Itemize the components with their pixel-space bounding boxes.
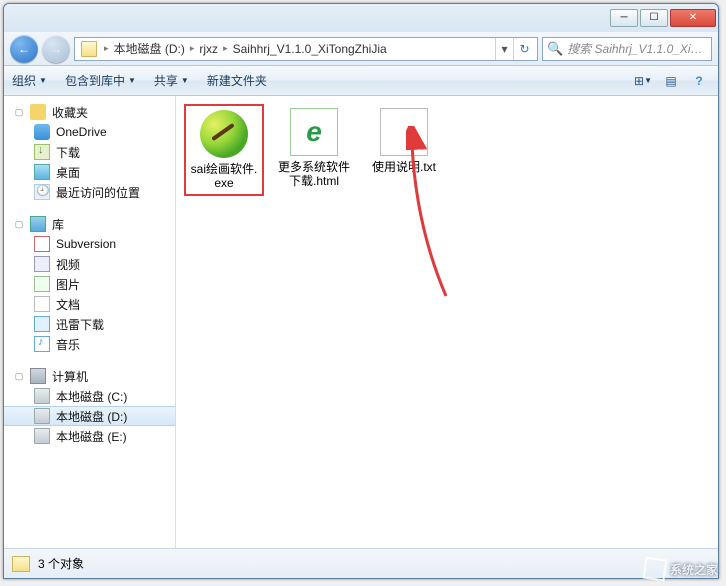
file-label: 使用说明.txt (372, 160, 436, 174)
tree-onedrive[interactable]: OneDrive (4, 122, 175, 142)
onedrive-icon (34, 124, 50, 140)
tree-video[interactable]: 视频 (4, 254, 175, 274)
video-icon (34, 256, 50, 272)
chevron-right-icon[interactable]: ▸ (220, 43, 231, 54)
arrow-right-icon: → (50, 42, 62, 56)
preview-pane-button[interactable]: ▤ (660, 72, 682, 90)
document-icon (34, 296, 50, 312)
breadcrumb-segment[interactable]: 本地磁盘 (D:) (112, 40, 187, 57)
breadcrumb-segment[interactable]: Saihhrj_V1.1.0_XiTongZhiJia (231, 42, 389, 56)
xunlei-icon (34, 316, 50, 332)
tree-favorites[interactable]: ▢收藏夹 (4, 102, 175, 122)
subversion-icon (34, 236, 50, 252)
tree-drive-c[interactable]: 本地磁盘 (C:) (4, 386, 175, 406)
toolbar: 组织 ▼ 包含到库中 ▼ 共享 ▼ 新建文件夹 ⊞▼ ▤ ? (4, 66, 718, 96)
app-icon (200, 110, 248, 158)
include-in-library-menu[interactable]: 包含到库中 ▼ (65, 72, 136, 89)
chevron-down-icon: ▼ (644, 76, 652, 85)
navigation-tree[interactable]: ▢收藏夹 OneDrive 下载 桌面 最近访问的位置 ▢库 Subversio… (4, 96, 176, 548)
file-item-txt[interactable]: 使用说明.txt (364, 104, 444, 178)
title-bar[interactable]: ─ ☐ ✕ (4, 4, 718, 32)
drive-icon (34, 408, 50, 424)
desktop-icon (34, 164, 50, 180)
organize-menu[interactable]: 组织 ▼ (12, 72, 47, 89)
picture-icon (34, 276, 50, 292)
collapse-icon[interactable]: ▢ (14, 219, 24, 230)
chevron-down-icon: ▼ (39, 76, 47, 85)
folder-icon (12, 556, 30, 572)
back-button[interactable]: ← (10, 35, 38, 63)
navigation-bar: ← → ▸ 本地磁盘 (D:) ▸ rjxz ▸ Saihhrj_V1.1.0_… (4, 32, 718, 66)
file-item-html[interactable]: 更多系统软件下载.html (274, 104, 354, 192)
file-label: sai绘画软件.exe (190, 162, 258, 190)
tree-recent[interactable]: 最近访问的位置 (4, 182, 175, 202)
chevron-right-icon[interactable]: ▸ (101, 43, 112, 54)
tree-drive-d[interactable]: 本地磁盘 (D:) (4, 406, 175, 426)
tree-subversion[interactable]: Subversion (4, 234, 175, 254)
html-icon (290, 108, 338, 156)
collapse-icon[interactable]: ▢ (14, 371, 24, 382)
download-icon (34, 144, 50, 160)
file-item-sai-exe[interactable]: sai绘画软件.exe (184, 104, 264, 196)
share-menu[interactable]: 共享 ▼ (154, 72, 189, 89)
tree-libraries[interactable]: ▢库 (4, 214, 175, 234)
search-placeholder: 搜索 Saihhrj_V1.1.0_XiTon... (567, 40, 707, 57)
minimize-button[interactable]: ─ (610, 9, 638, 27)
favorites-icon (30, 104, 46, 120)
tree-computer[interactable]: ▢计算机 (4, 366, 175, 386)
tree-pictures[interactable]: 图片 (4, 274, 175, 294)
refresh-button[interactable]: ↻ (513, 38, 535, 60)
tree-documents[interactable]: 文档 (4, 294, 175, 314)
maximize-button[interactable]: ☐ (640, 9, 668, 27)
maximize-icon: ☐ (650, 13, 659, 23)
close-icon: ✕ (689, 13, 697, 23)
drive-icon (34, 388, 50, 404)
status-count: 3 个对象 (38, 555, 84, 572)
new-folder-button[interactable]: 新建文件夹 (207, 72, 267, 89)
search-icon: 🔍 (547, 41, 563, 57)
drive-icon (34, 428, 50, 444)
chevron-down-icon: ▼ (128, 76, 136, 85)
chevron-down-icon: ▾ (501, 42, 507, 56)
library-icon (30, 216, 46, 232)
chevron-right-icon[interactable]: ▸ (187, 43, 198, 54)
address-bar[interactable]: ▸ 本地磁盘 (D:) ▸ rjxz ▸ Saihhrj_V1.1.0_XiTo… (74, 37, 538, 61)
music-icon (34, 336, 50, 352)
recent-icon (34, 184, 50, 200)
breadcrumb-segment[interactable]: rjxz (197, 42, 220, 56)
tree-drive-e[interactable]: 本地磁盘 (E:) (4, 426, 175, 446)
chevron-down-icon: ▼ (181, 76, 189, 85)
computer-icon (30, 368, 46, 384)
file-list[interactable]: sai绘画软件.exe 更多系统软件下载.html 使用说明.txt (176, 96, 718, 548)
view-icon: ⊞ (634, 74, 644, 88)
help-icon: ? (695, 74, 702, 88)
tree-downloads[interactable]: 下载 (4, 142, 175, 162)
forward-button[interactable]: → (42, 35, 70, 63)
close-button[interactable]: ✕ (670, 9, 716, 27)
arrow-left-icon: ← (18, 42, 30, 56)
search-input[interactable]: 🔍 搜索 Saihhrj_V1.1.0_XiTon... (542, 37, 712, 61)
preview-icon: ▤ (665, 74, 676, 88)
status-bar: 3 个对象 (4, 548, 718, 578)
tree-desktop[interactable]: 桌面 (4, 162, 175, 182)
file-label: 更多系统软件下载.html (278, 160, 350, 188)
text-file-icon (380, 108, 428, 156)
help-button[interactable]: ? (688, 72, 710, 90)
tree-music[interactable]: 音乐 (4, 334, 175, 354)
explorer-window: ─ ☐ ✕ ← → ▸ 本地磁盘 (D:) ▸ rjxz ▸ Saihhrj_V… (3, 3, 719, 579)
collapse-icon[interactable]: ▢ (14, 107, 24, 118)
view-options-button[interactable]: ⊞▼ (632, 72, 654, 90)
address-dropdown[interactable]: ▾ (495, 38, 513, 60)
minimize-icon: ─ (620, 13, 627, 23)
refresh-icon: ↻ (519, 42, 529, 56)
folder-icon (81, 41, 97, 57)
tree-xunlei[interactable]: 迅雷下载 (4, 314, 175, 334)
